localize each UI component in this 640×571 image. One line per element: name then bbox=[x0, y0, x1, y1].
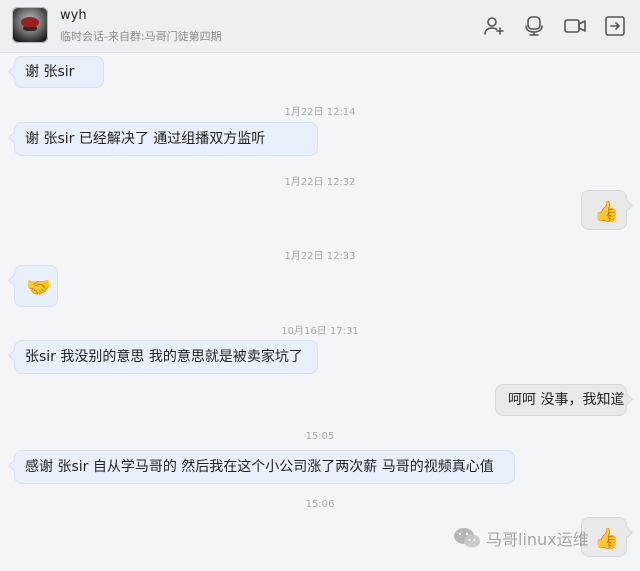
outgoing-message[interactable]: 呵呵 没事，我知道 bbox=[495, 384, 627, 416]
incoming-message[interactable]: 张sir 我没别的意思 我的意思就是被卖家坑了 bbox=[14, 340, 318, 374]
timestamp: 15:06 bbox=[305, 499, 335, 510]
timestamp: 1月22日 12:14 bbox=[284, 107, 356, 118]
timestamp: 1月22日 12:32 bbox=[284, 177, 356, 188]
watermark: 马哥linux运维 bbox=[452, 524, 589, 552]
incoming-message[interactable]: 感谢 张sir 自从学马哥的 然后我在这个小公司涨了两次薪 马哥的视频真心值 bbox=[14, 450, 515, 484]
watermark-text: 马哥linux运维 bbox=[486, 530, 589, 549]
incoming-message[interactable]: 谢 张sir bbox=[14, 56, 104, 88]
video-call-icon[interactable] bbox=[522, 14, 546, 38]
screen-share-icon[interactable] bbox=[563, 14, 587, 38]
timestamp: 15:05 bbox=[305, 431, 335, 442]
message-text: 谢 张sir bbox=[25, 64, 75, 80]
outgoing-message[interactable]: 👍 bbox=[581, 190, 627, 230]
add-member-icon[interactable] bbox=[482, 14, 506, 38]
message-text: 感谢 张sir 自从学马哥的 然后我在这个小公司涨了两次薪 马哥的视频真心值 bbox=[25, 459, 494, 475]
session-subtitle: 临时会话-来自群:马哥门徒第四期 bbox=[60, 30, 222, 43]
timestamp: 10月16日 17:31 bbox=[281, 326, 359, 337]
timestamp: 1月22日 12:33 bbox=[284, 251, 356, 262]
chat-header: wyh 临时会话-来自群:马哥门徒第四期 bbox=[0, 0, 640, 53]
incoming-message[interactable]: 谢 张sir 已经解决了 通过组播双方监听 bbox=[14, 122, 318, 156]
thumbs-up-icon: 👍 bbox=[594, 526, 619, 550]
thumbs-up-icon: 👍 bbox=[594, 199, 619, 223]
forward-icon[interactable] bbox=[603, 14, 627, 38]
contact-name: wyh bbox=[60, 8, 87, 23]
handshake-icon: 🤝 bbox=[26, 275, 51, 299]
message-text: 呵呵 没事，我知道 bbox=[508, 392, 625, 408]
wechat-icon bbox=[454, 528, 480, 548]
incoming-message[interactable]: 🤝 bbox=[14, 265, 58, 307]
avatar[interactable] bbox=[12, 7, 48, 43]
message-text: 张sir 我没别的意思 我的意思就是被卖家坑了 bbox=[25, 349, 303, 365]
message-text: 谢 张sir 已经解决了 通过组播双方监听 bbox=[25, 131, 266, 147]
